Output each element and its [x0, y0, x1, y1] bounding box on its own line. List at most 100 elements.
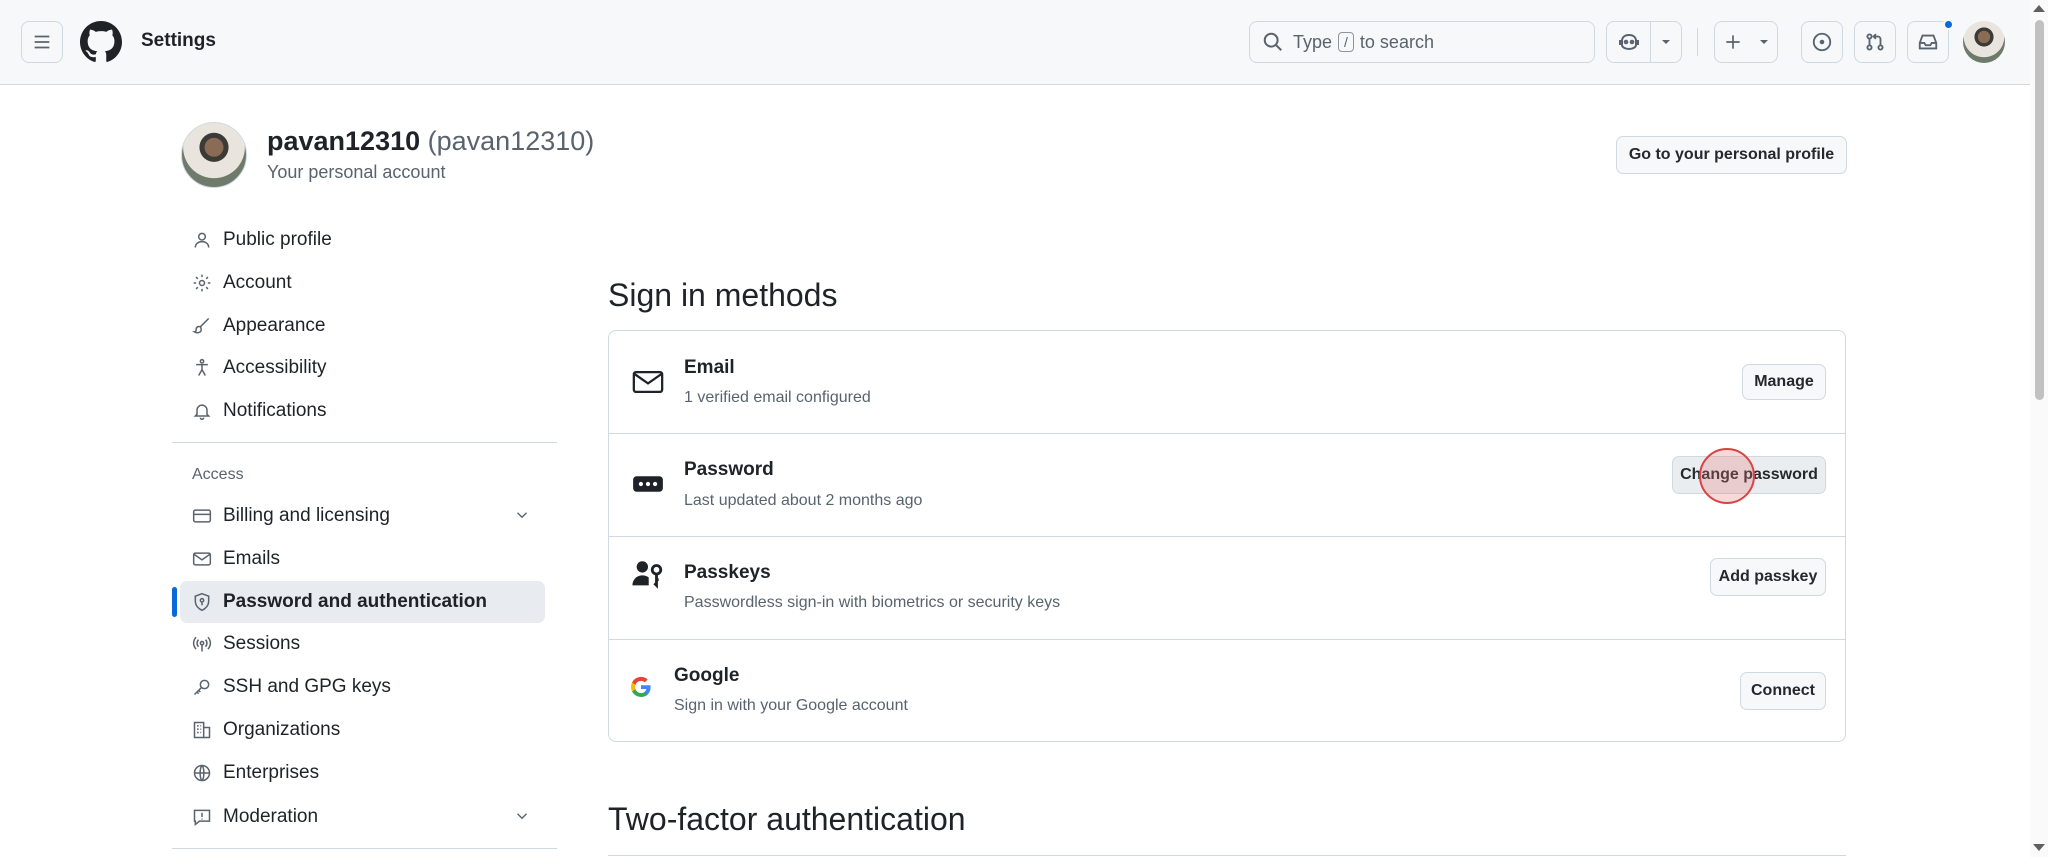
- git-pull-request-icon: [1866, 33, 1884, 51]
- sidebar-item-emails[interactable]: Emails: [180, 538, 545, 580]
- sidebar-item-label: Billing and licensing: [223, 505, 390, 526]
- login-name: (pavan12310): [427, 126, 595, 156]
- gear-icon: [193, 274, 211, 292]
- organization-icon: [193, 721, 211, 739]
- sign-in-method-google: Google Sign in with your Google account …: [609, 639, 1845, 743]
- paintbrush-icon: [192, 317, 210, 334]
- manage-email-button[interactable]: Manage: [1742, 364, 1826, 400]
- sidebar-item-label: Organizations: [223, 719, 341, 740]
- chevron-down-icon[interactable]: [513, 506, 531, 524]
- copilot-button-group: [1606, 21, 1682, 63]
- bell-icon: [193, 404, 211, 421]
- sign-in-methods-list: Email 1 verified email configured Manage…: [608, 330, 1846, 742]
- broadcast-icon: [192, 636, 212, 652]
- sidebar-item-label: Accessibility: [223, 357, 327, 378]
- method-description: Passwordless sign-in with biometrics or …: [684, 594, 1061, 611]
- triangle-down-icon: [1751, 22, 1777, 62]
- sidebar-item-ssh-gpg-keys[interactable]: SSH and GPG keys: [180, 666, 545, 708]
- method-title: Passkeys: [684, 562, 771, 583]
- hamburger-icon: [34, 35, 50, 49]
- menu-button[interactable]: [21, 21, 63, 63]
- sidebar-divider: [172, 442, 557, 443]
- google-icon: [630, 676, 651, 697]
- sidebar-item-sessions[interactable]: Sessions: [180, 623, 545, 665]
- copilot-dropdown-button[interactable]: [1651, 22, 1681, 62]
- scrollbar-thumb[interactable]: [2035, 20, 2044, 400]
- sidebar-item-label: Appearance: [223, 315, 326, 336]
- sidebar-item-public-profile[interactable]: Public profile: [180, 219, 545, 261]
- issue-opened-icon: [1812, 32, 1832, 52]
- sidebar-divider: [172, 848, 557, 849]
- notification-indicator: [1943, 19, 1954, 30]
- add-passkey-button[interactable]: Add passkey: [1710, 558, 1826, 596]
- method-description: Sign in with your Google account: [674, 697, 908, 714]
- shield-lock-icon: [194, 592, 210, 612]
- copilot-button[interactable]: [1607, 22, 1651, 62]
- method-title: Email: [684, 357, 735, 378]
- github-logo-icon[interactable]: [80, 21, 122, 63]
- passkey-icon: [632, 561, 663, 589]
- sidebar-item-account[interactable]: Account: [180, 262, 545, 304]
- scroll-up-arrow-icon[interactable]: [2033, 5, 2045, 12]
- sidebar-item-label: Moderation: [223, 806, 319, 827]
- profile-subtitle: Your personal account: [267, 162, 446, 182]
- method-title: Password: [684, 459, 774, 480]
- two-factor-heading: Two-factor authentication: [608, 801, 966, 837]
- search-input[interactable]: Type / to search: [1249, 21, 1595, 63]
- issues-button[interactable]: [1801, 21, 1843, 63]
- method-description: 1 verified email configured: [684, 389, 871, 406]
- sidebar-item-label: Public profile: [223, 229, 332, 250]
- sidebar-item-appearance[interactable]: Appearance: [180, 305, 545, 347]
- profile-avatar: [181, 122, 247, 188]
- sidebar-item-accessibility[interactable]: Accessibility: [180, 347, 545, 389]
- chevron-down-icon[interactable]: [513, 807, 531, 825]
- click-indicator: [1699, 448, 1755, 504]
- sidebar-section-heading: Access: [192, 466, 244, 483]
- mail-icon: [632, 370, 664, 394]
- sign-in-methods-heading: Sign in methods: [608, 277, 838, 313]
- top-header: Settings Type / to search: [0, 0, 2048, 85]
- sidebar-item-label: Password and authentication: [223, 591, 487, 612]
- sidebar-item-label: Account: [223, 272, 292, 293]
- sidebar-item-password-and-authentication[interactable]: Password and authentication: [172, 581, 545, 623]
- sidebar-item-label: Sessions: [223, 633, 301, 654]
- report-icon: [193, 809, 211, 827]
- sidebar-item-enterprises[interactable]: Enterprises: [180, 752, 545, 794]
- sidebar-item-moderation[interactable]: Moderation: [180, 796, 545, 838]
- method-title: Google: [674, 665, 740, 686]
- key-icon: [193, 679, 210, 696]
- create-new-button[interactable]: [1714, 21, 1778, 63]
- section-divider: [608, 855, 1846, 856]
- page-context-title[interactable]: Settings: [141, 30, 216, 52]
- sign-in-method-passkeys: Passkeys Passwordless sign-in with biome…: [609, 536, 1845, 639]
- profile-name: pavan12310 (pavan12310): [267, 126, 594, 157]
- sidebar-item-organizations[interactable]: Organizations: [180, 709, 545, 751]
- sidebar-item-label: Emails: [223, 548, 281, 569]
- header-divider: [1697, 28, 1698, 56]
- inbox-button[interactable]: [1907, 21, 1949, 63]
- sidebar-item-billing[interactable]: Billing and licensing: [180, 495, 545, 537]
- go-to-profile-button[interactable]: Go to your personal profile: [1616, 136, 1847, 174]
- sidebar-item-label: Notifications: [223, 400, 327, 421]
- method-description: Last updated about 2 months ago: [684, 492, 923, 509]
- person-icon: [194, 232, 210, 248]
- connect-google-button[interactable]: Connect: [1740, 672, 1826, 710]
- password-icon: [633, 476, 663, 492]
- sidebar-item-notifications[interactable]: Notifications: [180, 390, 545, 432]
- mail-icon: [192, 552, 212, 566]
- sidebar-item-label: Enterprises: [223, 762, 320, 783]
- display-name[interactable]: pavan12310: [267, 126, 420, 156]
- search-icon: [1263, 32, 1282, 51]
- search-prefix: Type: [1293, 31, 1333, 52]
- sidebar-item-label: SSH and GPG keys: [223, 676, 391, 697]
- sign-in-method-password: Password Last updated about 2 months ago…: [609, 433, 1845, 536]
- globe-icon: [193, 764, 211, 782]
- accessibility-icon: [196, 358, 208, 376]
- search-shortcut-key: /: [1338, 32, 1354, 52]
- sign-in-method-email: Email 1 verified email configured Manage: [609, 331, 1845, 433]
- search-suffix: to search: [1359, 31, 1434, 52]
- inbox-icon: [1918, 34, 1938, 50]
- scroll-down-arrow-icon[interactable]: [2033, 844, 2045, 851]
- pull-requests-button[interactable]: [1854, 21, 1896, 63]
- user-avatar-menu[interactable]: [1963, 21, 2005, 63]
